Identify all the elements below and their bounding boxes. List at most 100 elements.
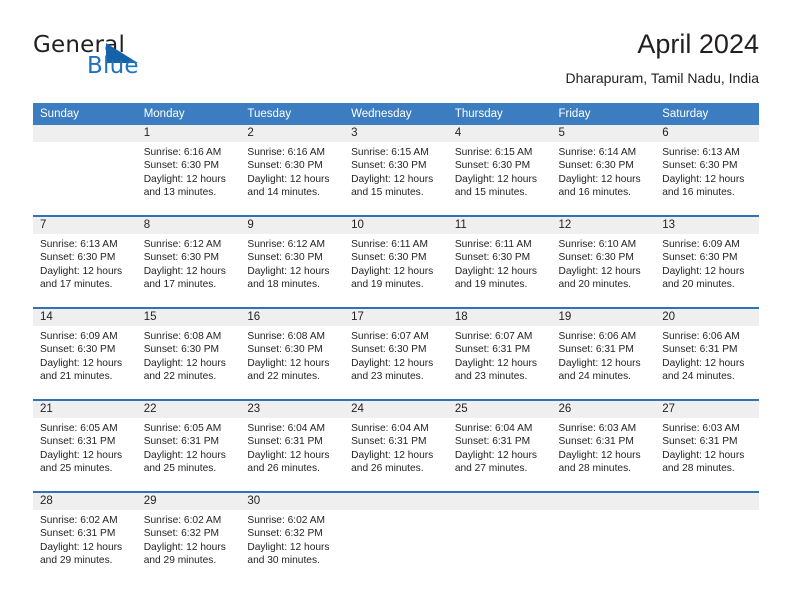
sunset-text: Sunset: 6:30 PM xyxy=(143,160,220,172)
calendar-day-cell[interactable]: 14 Sunrise: 6:09 AM Sunset: 6:30 PM Dayligh… xyxy=(33,307,137,400)
calendar-day-cell[interactable]: 22 Sunrise: 6:05 AM Sunset: 6:31 PM Dayligh… xyxy=(136,399,241,492)
page-header: General Blue April 2024 Dharapuram, Tami… xyxy=(33,28,759,92)
day-number: 23 xyxy=(240,401,345,418)
calendar-day-cell[interactable]: 7 Sunrise: 6:13 AM Sunset: 6:30 PM Daylight… xyxy=(33,215,137,308)
daylight-text: Daylight: 12 hours xyxy=(558,173,641,185)
daylight-text: Daylight: 12 hours xyxy=(662,265,745,277)
daylight-text: and 29 minutes. xyxy=(143,555,217,567)
calendar-day-cell[interactable]: 28 Sunrise: 6:02 AM Sunset: 6:31 PM Dayligh… xyxy=(33,491,137,583)
calendar-day-cell[interactable]: 15 Sunrise: 6:08 AM Sunset: 6:30 PM Dayligh… xyxy=(136,307,241,400)
calendar-day-cell[interactable]: 5 Sunrise: 6:14 AM Sunset: 6:30 PM Daylight… xyxy=(551,125,656,216)
day-number: 10 xyxy=(344,217,448,234)
sunrise-text: Sunrise: 6:14 AM xyxy=(558,147,637,158)
weekday-header-friday: Friday xyxy=(551,103,656,125)
day-number: 26 xyxy=(551,401,656,418)
calendar-day-cell[interactable]: 4 Sunrise: 6:15 AM Sunset: 6:30 PM Daylight… xyxy=(447,125,552,216)
daylight-text: and 16 minutes. xyxy=(662,187,735,199)
day-number: 7 xyxy=(33,217,137,234)
daylight-text: and 30 minutes. xyxy=(247,555,320,567)
sunset-text: Sunset: 6:31 PM xyxy=(558,436,634,448)
calendar-body: 1 Sunrise: 6:16 AM Sunset: 6:30 PM Daylight… xyxy=(33,125,759,583)
calendar-day-cell[interactable]: 20 Sunrise: 6:06 AM Sunset: 6:31 PM Dayligh… xyxy=(655,307,759,400)
day-number: 12 xyxy=(551,217,656,234)
calendar-day-cell[interactable]: 25 Sunrise: 6:04 AM Sunset: 6:31 PM Dayligh… xyxy=(447,399,552,492)
day-details: Sunrise: 6:12 AM Sunset: 6:30 PM Daylight:… xyxy=(137,234,241,292)
calendar-day-cell[interactable]: 18 Sunrise: 6:07 AM Sunset: 6:31 PM Dayligh… xyxy=(447,307,552,400)
sunrise-text: Sunrise: 6:15 AM xyxy=(351,147,429,158)
day-details: Sunrise: 6:09 AM Sunset: 6:30 PM Daylight:… xyxy=(655,234,759,292)
calendar-table: Sunday Monday Tuesday Wednesday Thursday… xyxy=(33,103,759,583)
calendar-day-cell[interactable]: 17 Sunrise: 6:07 AM Sunset: 6:30 PM Dayligh… xyxy=(344,307,448,400)
day-details: Sunrise: 6:15 AM Sunset: 6:30 PM Daylight:… xyxy=(448,142,552,200)
calendar-day-cell[interactable]: 24 Sunrise: 6:04 AM Sunset: 6:31 PM Dayligh… xyxy=(344,399,448,492)
daylight-text: Daylight: 12 hours xyxy=(454,449,537,461)
calendar-day-cell[interactable]: 26 Sunrise: 6:03 AM Sunset: 6:31 PM Dayligh… xyxy=(551,399,656,492)
day-details: Sunrise: 6:04 AM Sunset: 6:31 PM Daylight:… xyxy=(448,418,552,476)
calendar-day-cell[interactable]: 13 Sunrise: 6:09 AM Sunset: 6:30 PM Dayligh… xyxy=(655,215,759,308)
sunset-text: Sunset: 6:31 PM xyxy=(143,436,220,448)
day-details: Sunrise: 6:06 AM Sunset: 6:31 PM Daylight:… xyxy=(552,326,656,384)
daylight-text: Daylight: 12 hours xyxy=(454,265,537,277)
day-number xyxy=(447,493,552,510)
daylight-text: and 28 minutes. xyxy=(662,463,735,475)
day-details: Sunrise: 6:14 AM Sunset: 6:30 PM Daylight:… xyxy=(552,142,656,200)
calendar-day-cell[interactable]: 27 Sunrise: 6:03 AM Sunset: 6:31 PM Dayligh… xyxy=(655,399,759,492)
calendar-day-cell[interactable]: 30 Sunrise: 6:02 AM Sunset: 6:32 PM Dayligh… xyxy=(240,491,345,583)
calendar-day-cell[interactable]: 19 Sunrise: 6:06 AM Sunset: 6:31 PM Dayligh… xyxy=(551,307,656,400)
calendar-day-cell[interactable]: 29 Sunrise: 6:02 AM Sunset: 6:32 PM Dayligh… xyxy=(136,491,241,583)
sunset-text: Sunset: 6:30 PM xyxy=(40,252,116,264)
calendar-day-cell[interactable]: 6 Sunrise: 6:13 AM Sunset: 6:30 PM Daylight… xyxy=(655,125,759,216)
calendar-day-cell[interactable]: 2 Sunrise: 6:16 AM Sunset: 6:30 PM Daylight… xyxy=(240,125,345,216)
calendar-day-cell[interactable]: 8 Sunrise: 6:12 AM Sunset: 6:30 PM Daylight… xyxy=(136,215,241,308)
sunset-text: Sunset: 6:31 PM xyxy=(558,344,634,356)
sunset-text: Sunset: 6:32 PM xyxy=(143,528,220,540)
daylight-text: Daylight: 12 hours xyxy=(247,541,330,553)
daylight-text: and 16 minutes. xyxy=(558,187,632,199)
calendar-empty-cell xyxy=(655,491,759,583)
calendar-day-cell[interactable]: 21 Sunrise: 6:05 AM Sunset: 6:31 PM Dayligh… xyxy=(33,399,137,492)
weekday-header-tuesday: Tuesday xyxy=(240,103,345,125)
brand-name-blue: Blue xyxy=(87,53,139,79)
sunset-text: Sunset: 6:31 PM xyxy=(351,436,427,448)
day-details: Sunrise: 6:03 AM Sunset: 6:31 PM Daylight:… xyxy=(552,418,656,476)
day-cell-inner xyxy=(655,493,759,583)
sunrise-text: Sunrise: 6:07 AM xyxy=(351,331,429,342)
sunset-text: Sunset: 6:30 PM xyxy=(662,252,738,264)
day-number: 2 xyxy=(240,125,345,142)
day-details: Sunrise: 6:11 AM Sunset: 6:30 PM Daylight:… xyxy=(344,234,448,292)
calendar-day-cell[interactable]: 16 Sunrise: 6:08 AM Sunset: 6:30 PM Dayligh… xyxy=(240,307,345,400)
calendar-day-cell[interactable]: 9 Sunrise: 6:12 AM Sunset: 6:30 PM Daylight… xyxy=(240,215,345,308)
calendar-day-cell[interactable]: 3 Sunrise: 6:15 AM Sunset: 6:30 PM Daylight… xyxy=(344,125,448,216)
calendar-empty-cell xyxy=(344,491,448,583)
day-number: 16 xyxy=(240,309,345,326)
weekday-header-monday: Monday xyxy=(136,103,241,125)
day-details: Sunrise: 6:02 AM Sunset: 6:32 PM Daylight:… xyxy=(240,510,344,568)
calendar-day-cell[interactable]: 12 Sunrise: 6:10 AM Sunset: 6:30 PM Dayligh… xyxy=(551,215,656,308)
sunset-text: Sunset: 6:31 PM xyxy=(662,344,738,356)
sunrise-text: Sunrise: 6:07 AM xyxy=(454,331,533,342)
day-number xyxy=(551,493,656,510)
calendar-day-cell[interactable]: 10 Sunrise: 6:11 AM Sunset: 6:30 PM Dayligh… xyxy=(344,215,448,308)
day-number: 21 xyxy=(33,401,137,418)
general-blue-logo[interactable]: General Blue xyxy=(33,32,253,88)
daylight-text: Daylight: 12 hours xyxy=(558,265,641,277)
daylight-text: Daylight: 12 hours xyxy=(40,357,123,369)
daylight-text: and 20 minutes. xyxy=(662,279,735,291)
sunset-text: Sunset: 6:30 PM xyxy=(143,344,220,356)
day-details: Sunrise: 6:02 AM Sunset: 6:31 PM Daylight:… xyxy=(33,510,137,568)
day-number: 8 xyxy=(136,217,241,234)
day-cell-inner: 27 Sunrise: 6:03 AM Sunset: 6:31 PM Dayligh… xyxy=(655,401,759,491)
day-details: Sunrise: 6:03 AM Sunset: 6:31 PM Daylight:… xyxy=(655,418,759,476)
day-number: 18 xyxy=(447,309,552,326)
calendar-week-row: 14 Sunrise: 6:09 AM Sunset: 6:30 PM Dayligh… xyxy=(33,307,759,400)
calendar-empty-cell xyxy=(33,125,137,216)
calendar-day-cell[interactable]: 1 Sunrise: 6:16 AM Sunset: 6:30 PM Daylight… xyxy=(136,125,241,216)
sunrise-text: Sunrise: 6:03 AM xyxy=(558,423,637,434)
calendar-day-cell[interactable]: 23 Sunrise: 6:04 AM Sunset: 6:31 PM Dayligh… xyxy=(240,399,345,492)
day-cell-inner: 1 Sunrise: 6:16 AM Sunset: 6:30 PM Daylight… xyxy=(136,125,241,215)
daylight-text: Daylight: 12 hours xyxy=(143,449,226,461)
sunrise-text: Sunrise: 6:02 AM xyxy=(40,515,118,526)
calendar-week-row: 1 Sunrise: 6:16 AM Sunset: 6:30 PM Daylight… xyxy=(33,125,759,216)
calendar-day-cell[interactable]: 11 Sunrise: 6:11 AM Sunset: 6:30 PM Dayligh… xyxy=(447,215,552,308)
sunset-text: Sunset: 6:31 PM xyxy=(40,436,116,448)
